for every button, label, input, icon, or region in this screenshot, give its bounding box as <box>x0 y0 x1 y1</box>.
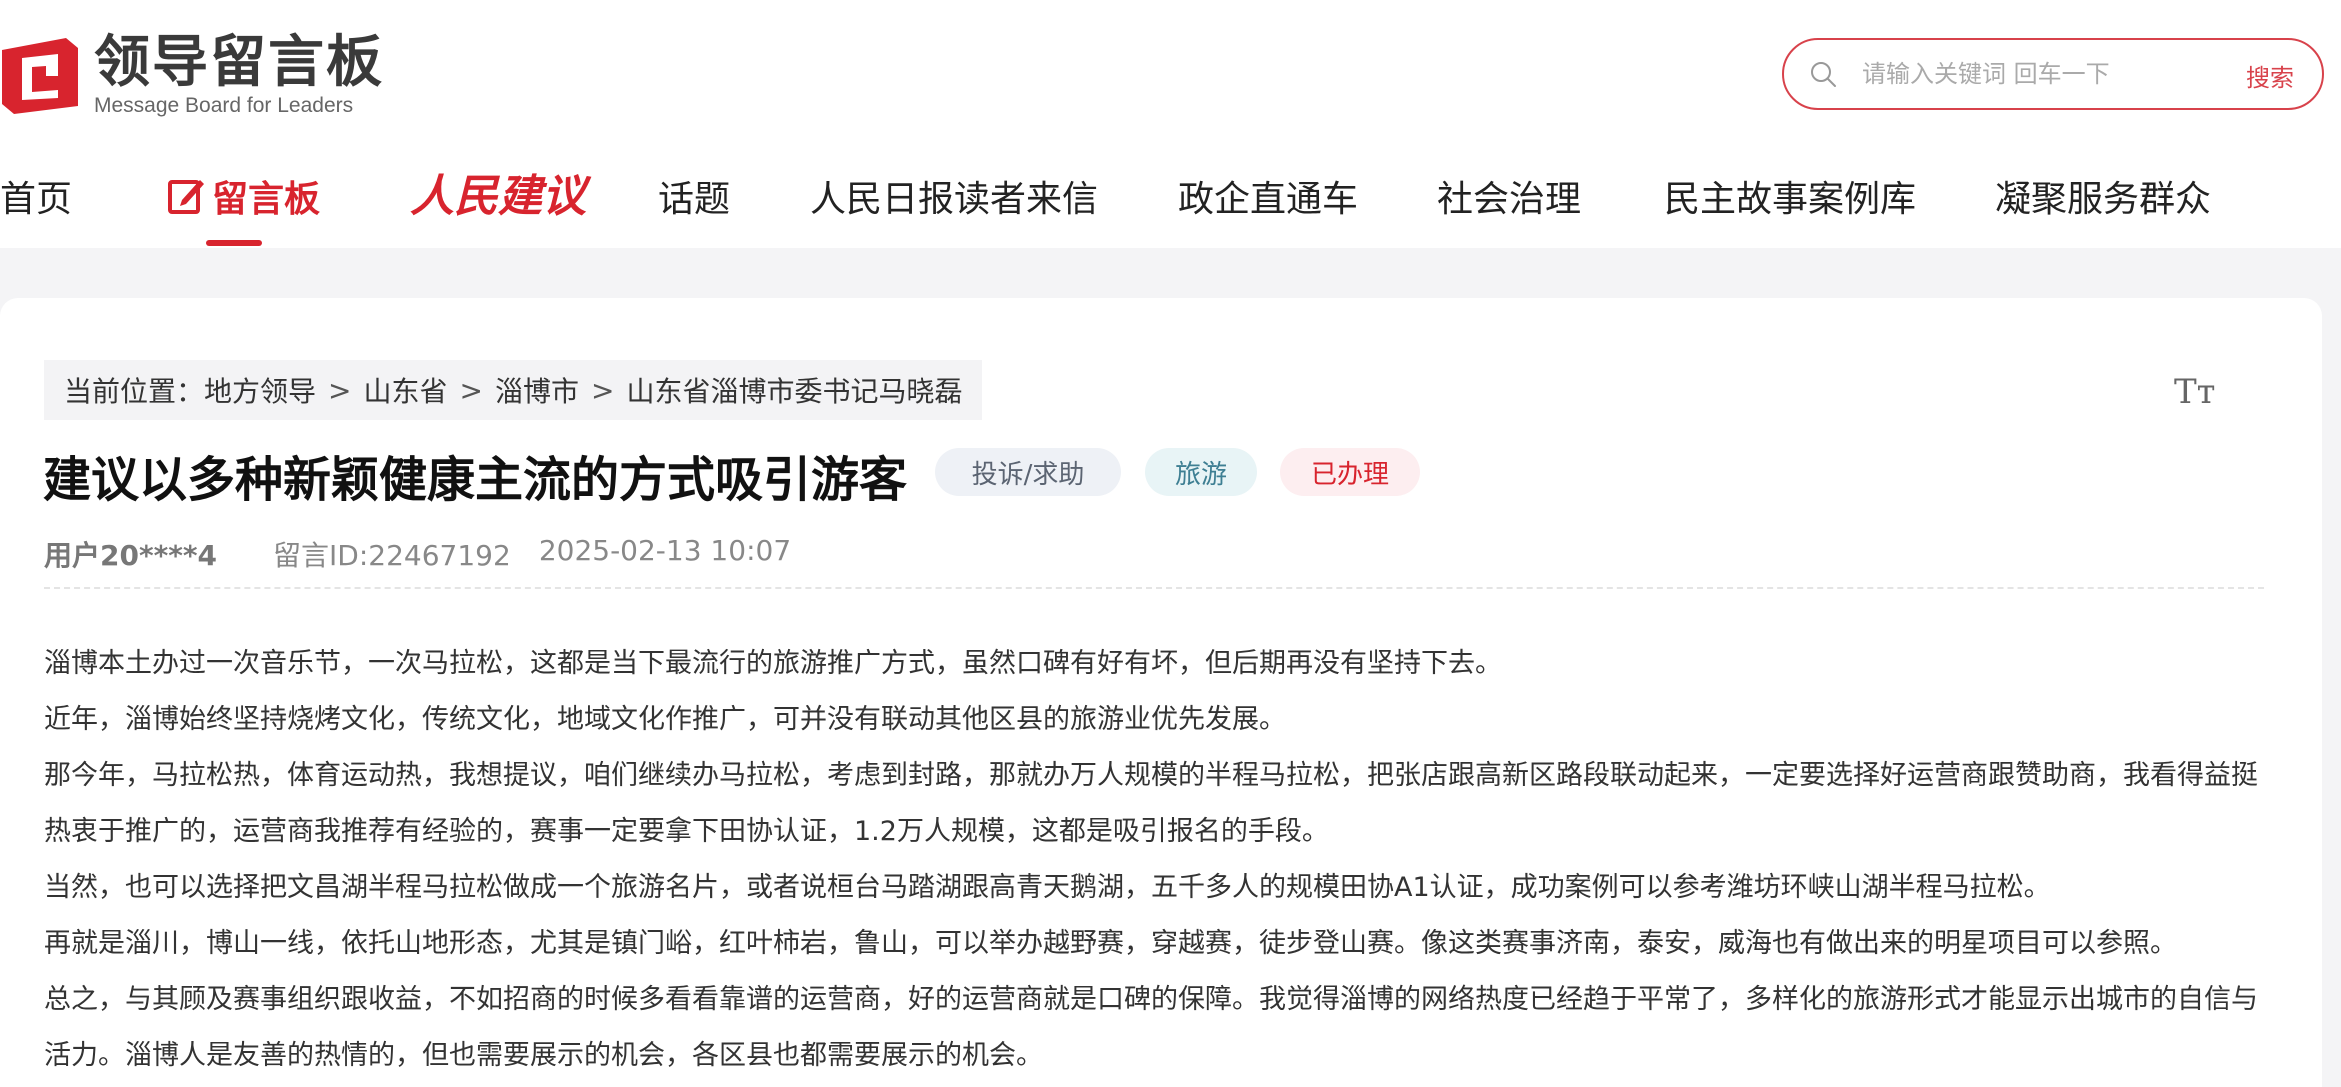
search-input[interactable] <box>1862 60 2222 88</box>
body-paragraph: 淄博本土办过一次音乐节，一次马拉松，这都是当下最流行的旅游推广方式，虽然口碑有好… <box>44 648 1502 679</box>
message-body: 淄博本土办过一次音乐节，一次马拉松，这都是当下最流行的旅游推广方式，虽然口碑有好… <box>44 636 2272 1084</box>
divider <box>44 587 2264 589</box>
logo-mark-icon <box>2 38 78 114</box>
author-name: 用户20****4 <box>44 539 218 572</box>
logo-title: 领导留言板 <box>94 30 384 95</box>
nav-item-topics[interactable]: 话题 <box>658 170 730 222</box>
breadcrumb-separator: > <box>459 373 483 407</box>
message-title: 建议以多种新颖健康主流的方式吸引游客 <box>43 452 908 508</box>
search-box: 搜索 <box>1782 38 2324 110</box>
message-meta: 用户20****4 留言ID:22467192 2025-02-13 10:07 <box>44 534 791 574</box>
breadcrumb-separator: > <box>591 373 615 407</box>
main-nav: 首页 留言板 人民建议 话题 人民日报读者来信 政企直通车 社会治理 民主故事案… <box>0 160 2341 246</box>
active-underline <box>206 240 262 246</box>
logo-subtitle: Message Board for Leaders <box>94 94 354 117</box>
breadcrumb-item[interactable]: 地方领导 <box>204 370 316 410</box>
nav-item-serve-masses[interactable]: 凝聚服务群众 <box>1995 170 2211 222</box>
nav-item-peoples-suggestion[interactable]: 人民建议 <box>410 160 586 224</box>
body-paragraph: 总之，与其顾及赛事组织跟收益，不如招商的时候多看看靠谱的运营商，好的运营商就是口… <box>44 984 2258 1071</box>
status-badge: 已办理 <box>1280 448 1420 496</box>
site-header: 领导留言板 Message Board for Leaders 搜索 首页 留言… <box>0 0 2341 248</box>
body-paragraph: 近年，淄博始终坚持烧烤文化，传统文化，地域文化作推广，可并没有联动其他区县的旅游… <box>44 704 1286 735</box>
nav-item-readers-letters[interactable]: 人民日报读者来信 <box>810 170 1098 222</box>
nav-item-democracy-cases[interactable]: 民主故事案例库 <box>1664 170 1916 222</box>
breadcrumb-item[interactable]: 山东省 <box>364 370 448 410</box>
nav-item-home[interactable]: 首页 <box>0 170 72 222</box>
edit-note-icon <box>168 180 204 214</box>
breadcrumb-item[interactable]: 山东省淄博市委书记马晓磊 <box>626 370 962 410</box>
font-size-toggle-icon[interactable]: Tт <box>2174 372 2216 412</box>
breadcrumb-separator: > <box>328 373 352 407</box>
message-id: 留言ID:22467192 <box>273 539 511 572</box>
nav-item-label: 留言板 <box>212 179 321 220</box>
body-paragraph: 当然，也可以选择把文昌湖半程马拉松做成一个旅游名片，或者说桓台马踏湖跟高青天鹅湖… <box>44 872 2051 903</box>
nav-item-gov-enterprise[interactable]: 政企直通车 <box>1178 170 1358 222</box>
body-paragraph: 那今年，马拉松热，体育运动热，我想提议，咱们继续办马拉松，考虑到封路，那就办万人… <box>44 760 2258 847</box>
message-timestamp: 2025-02-13 10:07 <box>538 534 792 567</box>
tag-domain: 旅游 <box>1145 448 1257 496</box>
tag-category: 投诉/求助 <box>935 448 1121 496</box>
nav-item-message-board[interactable]: 留言板 <box>166 170 321 246</box>
breadcrumb-item[interactable]: 淄博市 <box>495 370 579 410</box>
body-paragraph: 再就是淄川，博山一线，依托山地形态，尤其是镇门峪，红叶柿岩，鲁山，可以举办越野赛… <box>44 928 2177 959</box>
nav-item-social-governance[interactable]: 社会治理 <box>1437 170 1581 222</box>
site-logo[interactable]: 领导留言板 Message Board for Leaders <box>0 32 384 122</box>
breadcrumb-prefix: 当前位置： <box>64 375 205 408</box>
breadcrumb: 当前位置： 地方领导 > 山东省 > 淄博市 > 山东省淄博市委书记马晓磊 <box>44 360 983 420</box>
search-icon <box>1811 62 1836 87</box>
search-button[interactable]: 搜索 <box>2246 58 2294 93</box>
